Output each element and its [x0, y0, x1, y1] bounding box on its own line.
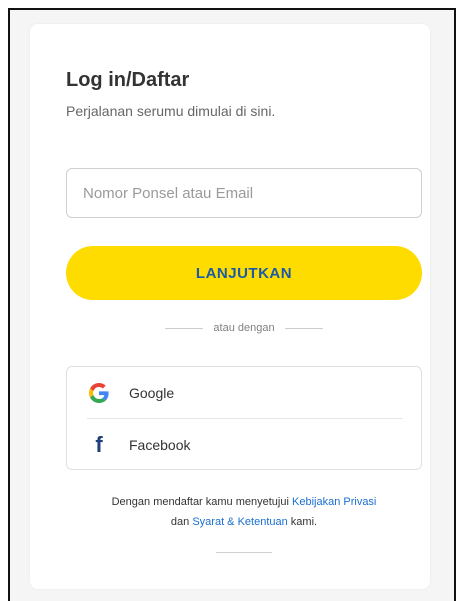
terms-conditions-link[interactable]: Syarat & Ketentuan	[192, 516, 287, 528]
phone-email-input[interactable]	[66, 168, 422, 218]
or-divider: atau dengan	[66, 320, 422, 336]
divider-line-left	[165, 327, 204, 329]
facebook-login-button[interactable]: f Facebook	[67, 419, 421, 471]
privacy-policy-link[interactable]: Kebijakan Privasi	[292, 496, 376, 508]
google-label: Google	[129, 385, 175, 401]
facebook-label: Facebook	[129, 437, 191, 453]
facebook-logo-icon: f	[95, 432, 103, 457]
page-subtitle: Perjalanan serumu dimulai di sini.	[66, 103, 276, 119]
page-frame: Log in/Daftar Perjalanan serumu dimulai …	[8, 8, 456, 601]
terms-suffix: kami.	[287, 516, 318, 528]
terms-notice: Dengan mendaftar kamu menyetujui Kebijak…	[66, 492, 422, 532]
social-login-box: Google f Facebook	[66, 366, 422, 470]
divider-line-right	[284, 327, 323, 329]
google-logo-icon	[87, 381, 111, 405]
bottom-divider	[216, 552, 272, 553]
google-login-button[interactable]: Google	[67, 367, 421, 419]
continue-button[interactable]: LANJUTKAN	[66, 246, 422, 300]
terms-middle: dan	[170, 516, 193, 528]
terms-prefix: Dengan mendaftar kamu menyetujui	[111, 496, 292, 508]
divider-text: atau dengan	[213, 322, 275, 334]
login-card: Log in/Daftar Perjalanan serumu dimulai …	[30, 24, 430, 589]
page-title: Log in/Daftar	[66, 69, 190, 91]
